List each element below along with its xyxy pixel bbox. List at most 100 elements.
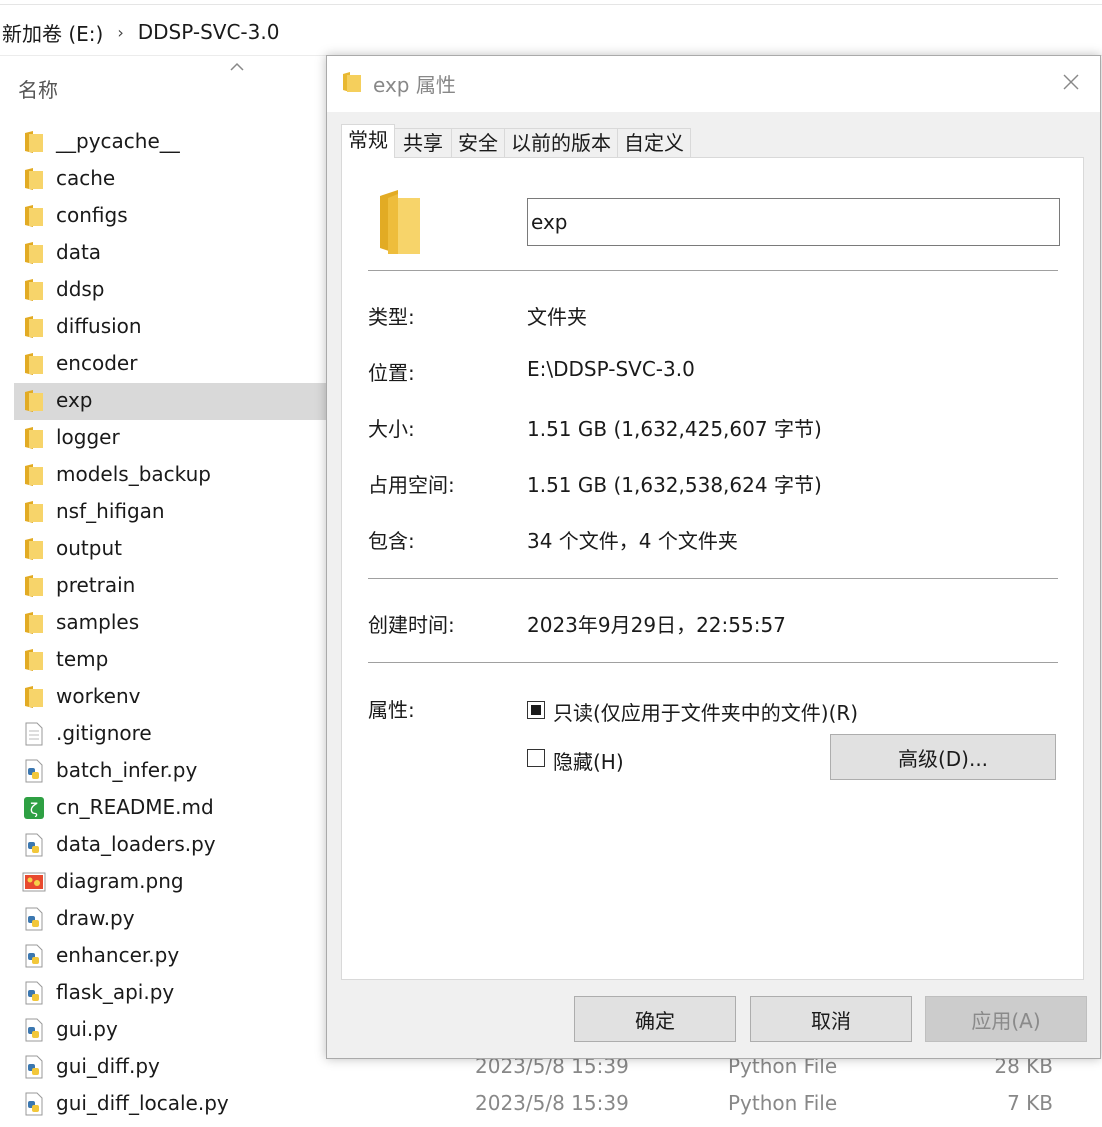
cancel-button[interactable]: 取消 [750,996,912,1042]
tab-customize[interactable]: 自定义 [617,128,691,158]
folder-icon [22,648,46,672]
folder-icon [22,278,46,302]
file-name: batch_infer.py [56,758,198,782]
folder-icon [22,352,46,376]
advanced-button[interactable]: 高级(D)... [830,734,1056,780]
file-name: gui.py [56,1017,118,1041]
tab-sharing[interactable]: 共享 [394,128,452,158]
file-name: pretrain [56,573,136,597]
folder-icon [22,426,46,450]
large-folder-icon [380,190,420,254]
file-name: gui_diff_locale.py [56,1091,229,1115]
breadcrumb-drive[interactable]: 新加卷 (E:) [2,18,103,47]
location-label: 位置: [368,361,415,385]
file-name: logger [56,425,120,449]
python-file-icon [22,981,46,1005]
file-name: flask_api.py [56,980,175,1004]
column-header-name[interactable]: 名称 [18,74,58,103]
file-name: exp [56,388,93,412]
file-row[interactable]: gui_diff_locale.py 2023/5/8 15:39 Python F… [14,1086,1102,1123]
top-border [0,4,1102,5]
apply-button[interactable]: 应用(A) [925,996,1087,1042]
file-name: cn_README.md [56,795,214,819]
file-name: samples [56,610,140,634]
folder-icon [22,463,46,487]
contains-label: 包含: [368,529,415,553]
python-file-icon [22,1092,46,1116]
folder-name-input[interactable] [527,198,1060,246]
size-value: 1.51 GB (1,632,425,607 字节) [527,417,822,441]
file-size: 7 KB [1007,1091,1053,1115]
tab-bar: 常规 共享 安全 以前的版本 自定义 [341,124,691,158]
file-name: __pycache__ [56,129,180,153]
properties-dialog: exp 属性 常规 共享 安全 以前的版本 自定义 类型: 文件夹 位置: E:… [326,55,1101,1059]
folder-icon [22,204,46,228]
general-tab-panel: 类型: 文件夹 位置: E:\DDSP-SVC-3.0 大小: 1.51 GB … [341,157,1084,980]
python-file-icon [22,833,46,857]
attributes-label: 属性: [368,698,415,722]
file-name: models_backup [56,462,211,486]
hidden-checkbox[interactable] [527,749,545,767]
type-label: 类型: [368,305,415,329]
python-file-icon [22,1018,46,1042]
divider [368,578,1058,579]
file-name: nsf_hifigan [56,499,165,523]
dialog-titlebar: exp 属性 [327,56,1100,112]
file-name: data_loaders.py [56,832,216,856]
file-name: diffusion [56,314,142,338]
folder-icon [22,537,46,561]
folder-icon [22,167,46,191]
created-label: 创建时间: [368,613,455,637]
tab-previous-versions[interactable]: 以前的版本 [504,128,618,158]
file-name: workenv [56,684,141,708]
file-name: diagram.png [56,869,184,893]
folder-icon [22,611,46,635]
file-name: enhancer.py [56,943,180,967]
file-name: draw.py [56,906,135,930]
folder-icon [22,685,46,709]
readonly-label[interactable]: 只读(仅应用于文件夹中的文件)(R) [553,697,858,726]
file-name: configs [56,203,128,227]
breadcrumb: 新加卷 (E:) › DDSP-SVC-3.0 [2,16,279,48]
folder-icon [22,500,46,524]
indeterminate-mark-icon [531,705,541,715]
python-file-icon [22,907,46,931]
breadcrumb-separator-icon[interactable]: › [117,23,123,42]
python-file-icon [22,944,46,968]
folder-icon [22,574,46,598]
close-icon[interactable] [1055,66,1087,98]
location-value: E:\DDSP-SVC-3.0 [527,357,695,381]
sort-ascending-icon[interactable] [229,60,245,74]
folder-icon [343,72,361,92]
python-file-icon [22,1055,46,1079]
tab-general[interactable]: 常规 [341,124,395,158]
hidden-label[interactable]: 隐藏(H) [553,746,624,775]
file-row[interactable]: exp [14,383,326,420]
file-name: ddsp [56,277,105,301]
divider [368,662,1058,663]
text-file-icon [22,722,46,746]
readonly-checkbox[interactable] [527,701,545,719]
python-file-icon [22,759,46,783]
file-name: .gitignore [56,721,152,745]
file-name: output [56,536,122,560]
created-value: 2023年9月29日，22:55:57 [527,613,786,637]
folder-icon [22,389,46,413]
file-name: data [56,240,102,264]
folder-icon [22,241,46,265]
folder-icon [22,130,46,154]
size-label: 大小: [368,417,415,441]
breadcrumb-folder[interactable]: DDSP-SVC-3.0 [138,20,280,44]
file-type: Python File [728,1091,838,1115]
file-name: cache [56,166,116,190]
file-name: temp [56,647,109,671]
disk-size-label: 占用空间: [368,473,455,497]
markdown-file-icon: ζ [22,796,46,820]
file-name: gui_diff.py [56,1054,160,1078]
dialog-title: exp 属性 [373,73,456,97]
image-file-icon [22,870,46,894]
tab-security[interactable]: 安全 [451,128,505,158]
contains-value: 34 个文件，4 个文件夹 [527,529,738,553]
folder-icon [22,315,46,339]
ok-button[interactable]: 确定 [574,996,736,1042]
